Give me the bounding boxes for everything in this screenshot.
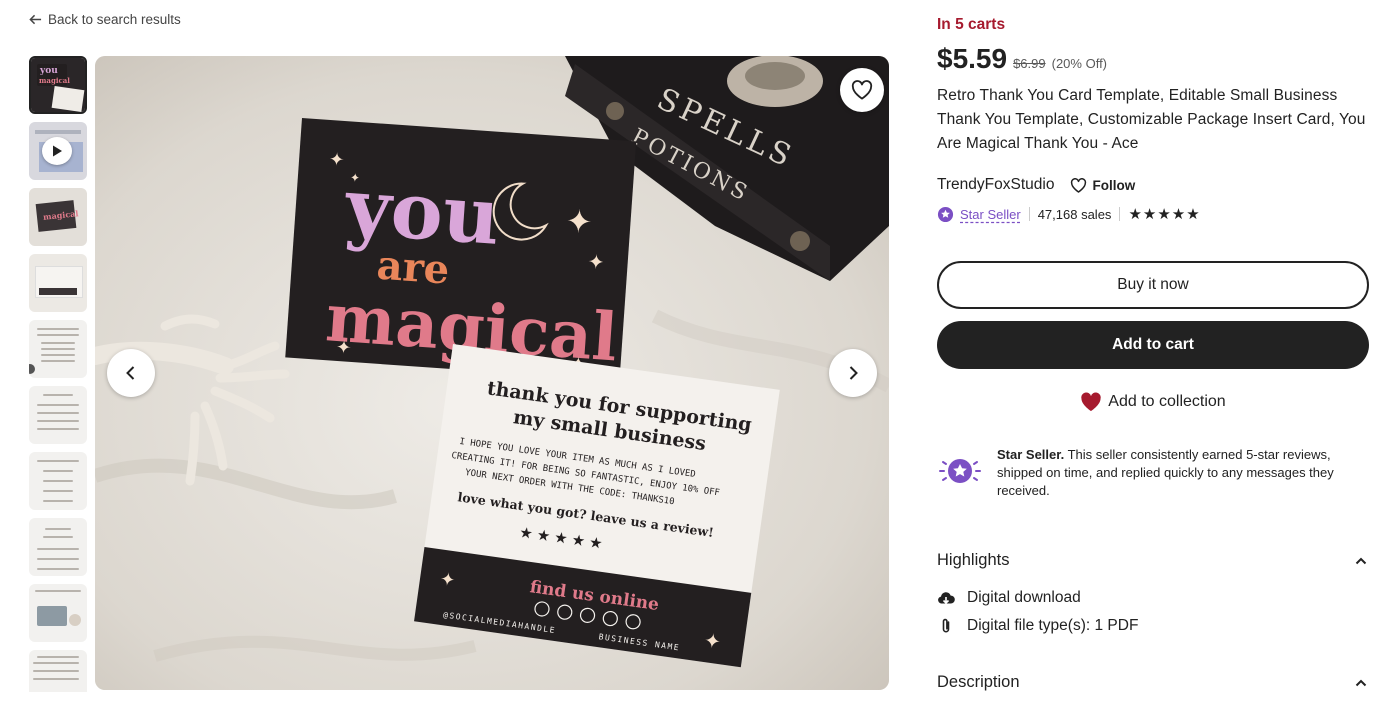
favorite-button[interactable] xyxy=(840,68,884,112)
star-seller-info: Star Seller. This seller consistently ea… xyxy=(937,446,1369,500)
chevron-left-icon xyxy=(126,366,135,380)
highlight-label: Digital download xyxy=(967,589,1081,606)
seller-stats: Star Seller 47,168 sales ★★★★★ xyxy=(937,205,1201,223)
follow-button[interactable]: Follow xyxy=(1070,178,1135,193)
description-heading: Description xyxy=(937,673,1020,691)
card-front: you are magical ✦ ✦ ✦ ✦ ✦ ✦ xyxy=(285,118,637,381)
highlights-heading: Highlights xyxy=(937,551,1010,569)
heart-outline-icon xyxy=(851,80,873,100)
price-row: $5.59 $6.99 (20% Off) xyxy=(937,43,1107,75)
back-to-search-link[interactable]: Back to search results xyxy=(29,12,181,27)
star-seller-description: Star Seller. This seller consistently ea… xyxy=(997,446,1369,500)
arrow-left-icon xyxy=(29,14,42,25)
svg-text:✦: ✦ xyxy=(564,203,593,241)
chevron-right-icon xyxy=(849,366,858,380)
follow-label: Follow xyxy=(1092,177,1136,193)
heart-outline-icon xyxy=(1071,177,1087,193)
thumbnail-7[interactable] xyxy=(29,452,87,510)
product-image: SPELLS POTIONS you are magical ✦ ✦ ✦ ✦ ✦… xyxy=(95,56,889,690)
svg-text:✦: ✦ xyxy=(703,630,723,654)
svg-text:✦: ✦ xyxy=(329,149,345,170)
star-seller-award-icon xyxy=(939,459,981,483)
divider xyxy=(1119,207,1121,221)
chevron-up-icon xyxy=(1355,679,1367,686)
svg-text:✦: ✦ xyxy=(587,251,605,274)
thumbnail-video[interactable] xyxy=(29,122,87,180)
buy-it-now-button[interactable]: Buy it now xyxy=(937,261,1369,309)
listing-title: Retro Thank You Card Template, Editable … xyxy=(937,87,1366,152)
thumbnail-5[interactable] xyxy=(29,320,87,378)
highlights-toggle[interactable]: Highlights xyxy=(937,551,1369,570)
original-price: $6.99 xyxy=(1013,56,1046,71)
divider xyxy=(1028,207,1030,221)
back-link-label: Back to search results xyxy=(48,12,181,27)
highlight-label: Digital file type(s): 1 PDF xyxy=(967,617,1139,634)
thumbnail-1[interactable]: you magical xyxy=(29,56,87,114)
highlight-item: Digital file type(s): 1 PDF xyxy=(937,617,1138,635)
play-icon xyxy=(42,137,72,165)
shop-name-link[interactable]: TrendyFoxStudio xyxy=(937,176,1054,194)
add-to-cart-button[interactable]: Add to cart xyxy=(937,321,1369,369)
cloud-download-icon xyxy=(938,592,955,605)
sales-count: 47,168 sales xyxy=(1037,206,1112,222)
svg-text:✦: ✦ xyxy=(349,171,360,186)
card-back: thank you for supporting my small busine… xyxy=(414,344,780,668)
svg-text:✦: ✦ xyxy=(335,337,351,358)
thumbnail-10[interactable] xyxy=(29,650,87,692)
thumbnail-6[interactable] xyxy=(29,386,87,444)
discount-label: (20% Off) xyxy=(1051,56,1108,71)
sale-price: $5.59 xyxy=(937,43,1008,74)
thumbnail-4[interactable] xyxy=(29,254,87,312)
description-toggle[interactable]: Description xyxy=(937,673,1369,692)
svg-text:✦: ✦ xyxy=(439,569,457,591)
thumbnail-8[interactable] xyxy=(29,518,87,576)
heart-filled-icon xyxy=(1081,392,1101,412)
star-seller-badge-icon xyxy=(937,206,954,222)
chevron-up-icon xyxy=(1355,557,1367,564)
in-carts-badge: In 5 carts xyxy=(937,16,1006,33)
shop-row: TrendyFoxStudio Follow xyxy=(937,176,1135,194)
next-image-button[interactable] xyxy=(829,349,877,397)
product-photo: SPELLS POTIONS you are magical ✦ ✦ ✦ ✦ ✦… xyxy=(95,56,889,690)
add-to-collection-label: Add to collection xyxy=(1108,393,1226,410)
star-seller-heading: Star Seller. xyxy=(997,447,1065,462)
star-seller-link[interactable]: Star Seller xyxy=(960,207,1021,222)
rating-stars[interactable]: ★★★★★ xyxy=(1128,205,1200,223)
thumbnail-strip: you magical magical xyxy=(29,56,90,692)
highlight-item: Digital download xyxy=(937,589,1081,607)
thumbnail-9[interactable] xyxy=(29,584,87,642)
paperclip-icon xyxy=(942,618,950,633)
thumbnail-3[interactable]: magical xyxy=(29,188,87,246)
previous-image-button[interactable] xyxy=(107,349,155,397)
add-to-collection-button[interactable]: Add to collection xyxy=(937,392,1369,412)
